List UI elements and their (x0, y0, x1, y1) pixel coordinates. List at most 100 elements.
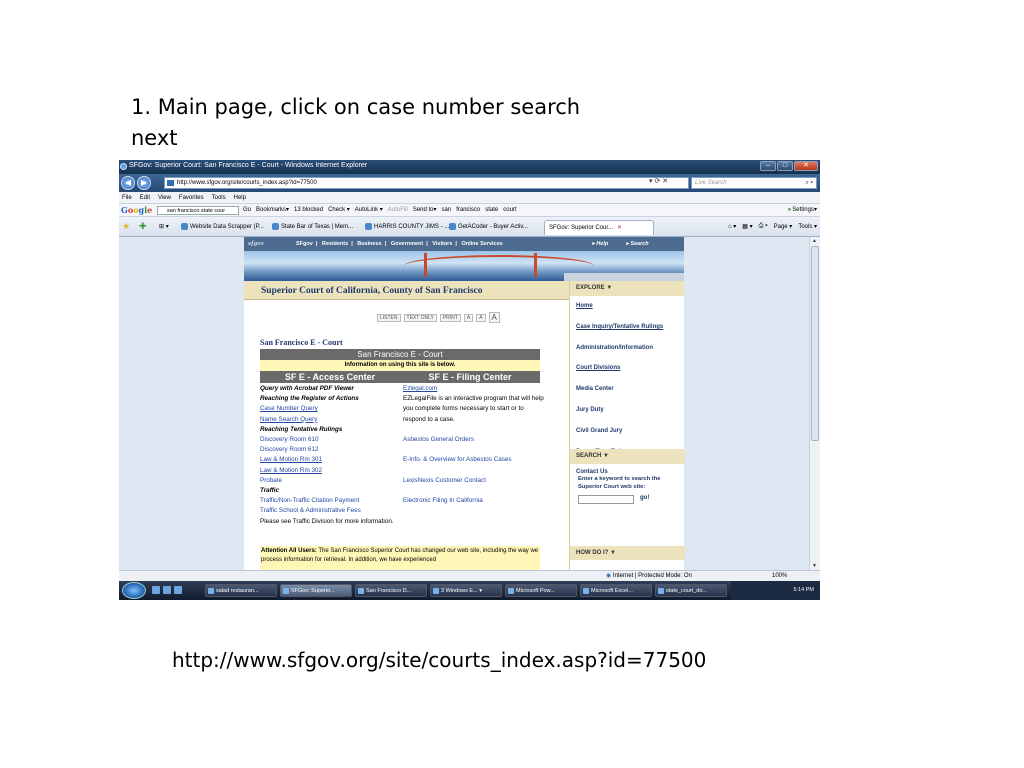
page-menu[interactable]: Page ▾ (774, 223, 793, 230)
popup-blocked-button[interactable]: 13 blocked (294, 204, 323, 217)
highlight-state[interactable]: state (485, 204, 498, 217)
highlight-francisco[interactable]: francisco (456, 204, 480, 217)
address-input[interactable]: http://www.sfgov.org/site/courts_index.a… (164, 177, 689, 189)
site-search-go-button[interactable]: go! (640, 495, 649, 501)
send-to-button[interactable]: Send to▾ (413, 204, 437, 217)
scroll-down-icon[interactable]: ▼ (812, 563, 817, 569)
text-size-small[interactable]: A (463, 313, 474, 322)
bookmarks-button[interactable]: Bookmarks▾ (256, 204, 289, 217)
menu-help[interactable]: Help (234, 192, 246, 203)
discovery-610-link[interactable]: Discovery Room 610 (260, 435, 400, 445)
search-header[interactable]: SEARCH ▼ (570, 449, 685, 464)
vertical-scrollbar[interactable]: ▲ ▼ (809, 237, 820, 570)
menu-file[interactable]: File (122, 192, 132, 203)
menu-view[interactable]: View (158, 192, 171, 203)
add-favorites-icon[interactable]: ✚ (139, 221, 147, 232)
nav-business[interactable]: Business (357, 241, 381, 247)
menu-tools[interactable]: Tools (212, 192, 226, 203)
maximize-button[interactable]: □ (777, 161, 793, 171)
close-tab-icon[interactable]: ✕ (617, 225, 622, 231)
tools-menu[interactable]: Tools ▾ (798, 223, 817, 230)
scrollbar-thumb[interactable] (811, 246, 819, 441)
back-icon[interactable]: ◀ (121, 176, 135, 190)
tab-sfgov[interactable]: SFGov: Superior Cour... ✕ (544, 220, 654, 235)
search-icon[interactable]: ⌕ ▾ (805, 178, 813, 188)
law-motion-302-link[interactable]: Law & Motion Rm 302 (260, 466, 400, 476)
print-button[interactable]: PRINT (439, 313, 461, 322)
text-size-medium[interactable]: A (476, 313, 486, 322)
address-tools[interactable]: ▾ ⟳ ✕ (649, 177, 689, 189)
sidebar-item-court-divisions[interactable]: Court Divisions (570, 358, 684, 379)
efiling-link[interactable]: Electronic Filing In California (403, 496, 545, 506)
task-windows-explorer[interactable]: 3 Windows E... ▾ (430, 584, 502, 597)
google-search-input[interactable]: san francisco state cour (157, 206, 239, 215)
favorite-link-4[interactable]: GetACoder - Buyer Activ... (449, 223, 528, 230)
probate-link[interactable]: Probate (260, 476, 400, 486)
sfgov-logo[interactable]: sfgov (248, 237, 264, 251)
nav-search[interactable]: ▸ Search (626, 237, 649, 251)
feeds-icon[interactable]: ▦ ▾ (742, 223, 752, 230)
case-number-query-link[interactable]: Case Number Query (260, 404, 400, 414)
sidebar-item-media-center[interactable]: Media Center (570, 379, 684, 400)
einfo-asbestos-link[interactable]: E-Info. & Overview for Asbestos Cases (403, 455, 545, 465)
print-icon[interactable]: ⎙ ▾ (759, 223, 768, 230)
zoom-level[interactable]: 100% (772, 571, 787, 581)
autolink-button[interactable]: AutoLink ▾ (355, 204, 383, 217)
google-go-button[interactable]: Go (243, 204, 251, 217)
sidebar-item-civil-grand-jury[interactable]: Civil Grand Jury (570, 421, 684, 442)
sidebar-item-case-inquiry[interactable]: Case Inquiry/Tentative Rulings (570, 317, 684, 338)
task-sfgov[interactable]: SFGov: Superio... (280, 584, 352, 597)
start-button[interactable] (122, 582, 146, 599)
task-powerpoint[interactable]: Microsoft Pow... (505, 584, 577, 597)
forward-icon[interactable]: ▶ (137, 176, 151, 190)
home-icon[interactable]: ⌂ ▾ (728, 223, 736, 230)
task-san-francisco[interactable]: San Francisco D... (355, 584, 427, 597)
quicklaunch-icon[interactable] (174, 586, 182, 594)
quicklaunch-icon[interactable] (152, 586, 160, 594)
sidebar-item-administration[interactable]: Administration/Information (570, 338, 684, 359)
favorite-link-3[interactable]: HARRIS COUNTY JIMS - ... (365, 223, 449, 230)
task-excel[interactable]: Microsoft Excel... (580, 584, 652, 597)
ezlegal-link[interactable]: Ezlegal.com (403, 384, 545, 394)
listen-button[interactable]: LISTEN (377, 313, 401, 322)
nav-visitors[interactable]: Visitors (432, 241, 452, 247)
favorite-link-2[interactable]: State Bar of Texas | Mem... (272, 223, 353, 230)
nav-government[interactable]: Government (391, 241, 423, 247)
highlight-court[interactable]: court (503, 204, 516, 217)
name-search-query-link[interactable]: Name Search Query (260, 415, 400, 425)
menu-favorites[interactable]: Favorites (179, 192, 204, 203)
clock[interactable]: 5:14 PM (794, 587, 814, 593)
google-settings-button[interactable]: Settings▾ (788, 204, 817, 217)
sidebar-item-jury-duty[interactable]: Jury Duty (570, 400, 684, 421)
close-button[interactable]: ✕ (794, 161, 818, 171)
nav-sfgov[interactable]: SFgov (296, 241, 313, 247)
scroll-up-icon[interactable]: ▲ (812, 238, 817, 244)
text-size-large[interactable]: A (488, 312, 500, 323)
task-state-court[interactable]: state_court_do... (655, 584, 727, 597)
favorites-star-icon[interactable]: ★ (122, 221, 130, 232)
task-salad[interactable]: salad restauran... (205, 584, 277, 597)
nav-residents[interactable]: Residents (322, 241, 348, 247)
highlight-san[interactable]: san (442, 204, 452, 217)
asbestos-orders-link[interactable]: Asbestos General Orders (403, 435, 545, 445)
traffic-school-link[interactable]: Traffic School & Administrative Fees (260, 506, 400, 516)
explore-header[interactable]: EXPLORE ▼ (570, 281, 684, 296)
discovery-612-link[interactable]: Discovery Room 612 (260, 445, 400, 455)
law-motion-301-link[interactable]: Law & Motion Rm 301 (260, 455, 400, 465)
autofill-button[interactable]: AutoFill (388, 204, 408, 217)
site-search-input[interactable] (578, 495, 634, 504)
minimize-button[interactable]: – (760, 161, 776, 171)
text-only-button[interactable]: TEXT ONLY (403, 313, 437, 322)
quicklaunch-icon[interactable] (163, 586, 171, 594)
menu-edit[interactable]: Edit (140, 192, 150, 203)
traffic-citation-link[interactable]: Traffic/Non-Traffic Citation Payment (260, 496, 400, 506)
sidebar-item-home[interactable]: Home (570, 296, 684, 317)
how-do-i-header[interactable]: HOW DO I? ▼ (570, 546, 685, 560)
check-button[interactable]: Check ▾ (328, 204, 350, 217)
nav-online-services[interactable]: Online Services (461, 241, 502, 247)
nav-help[interactable]: ▸ Help (592, 237, 608, 251)
favorite-link-1[interactable]: Website Data Scrapper (P... (181, 223, 264, 230)
live-search-input[interactable]: Live Search ⌕ ▾ (691, 177, 817, 189)
tab-list-icon[interactable]: ⊞ ▾ (159, 223, 169, 230)
lexisnexis-link[interactable]: LexisNexis Customer Contact (403, 476, 545, 486)
